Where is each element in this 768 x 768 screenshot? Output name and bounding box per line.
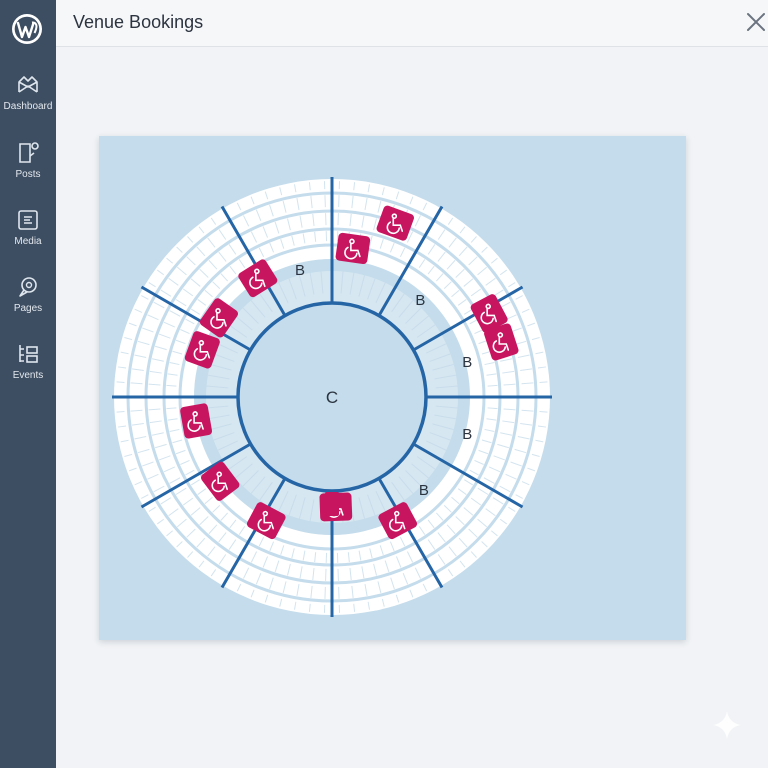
page-title: Venue Bookings (73, 12, 204, 32)
sidebar-item-label: Posts (15, 169, 41, 180)
seat-tick (487, 407, 498, 410)
section-label: B (462, 354, 472, 371)
seating-map: C B B B B B (99, 136, 686, 640)
events-icon (19, 345, 38, 363)
admin-sidebar: Dashboard Posts Media Pages Events (0, 0, 56, 768)
sidebar-item-label: Dashboard (3, 101, 53, 112)
sidebar-item-label: Pages (13, 303, 43, 314)
close-icon[interactable] (744, 10, 768, 34)
sparkle-icon (713, 711, 741, 739)
seat-tick (487, 384, 498, 387)
seat-tick (116, 411, 125, 413)
section-label: B (415, 292, 425, 309)
sidebar-item-events[interactable]: Events (0, 341, 56, 401)
seating-chart: C B B B B B (112, 177, 552, 617)
section-label: B (295, 262, 305, 279)
sidebar-item-pages[interactable]: Pages (0, 274, 56, 334)
sidebar-item-label: Events (12, 370, 44, 381)
section-label: B (462, 426, 472, 443)
seat-tick (116, 381, 125, 383)
accessible-seat-block (335, 232, 371, 265)
section-label: B (419, 482, 429, 499)
sidebar-item-label: Media (14, 236, 42, 247)
seat-tick (166, 407, 177, 410)
center-label: C (326, 388, 338, 407)
dashboard-icon (18, 76, 38, 93)
header-bar: Venue Bookings (56, 0, 768, 47)
accessible-seat-tab (325, 492, 339, 516)
seat-tick (539, 381, 548, 383)
accessible-seat[interactable] (335, 232, 371, 265)
accessible-seat[interactable] (180, 403, 213, 439)
sidebar-item-dashboard[interactable]: Dashboard (0, 72, 56, 132)
sidebar-item-posts[interactable]: Posts (0, 140, 56, 200)
media-icon (18, 210, 38, 230)
seat-tick (539, 411, 548, 413)
wordpress-logo-icon[interactable] (10, 12, 44, 46)
seat-tick (166, 384, 177, 387)
posts-icon (19, 142, 39, 163)
accessible-seat-block (180, 403, 213, 439)
sidebar-item-media[interactable]: Media (0, 207, 56, 267)
pages-icon (19, 277, 37, 297)
